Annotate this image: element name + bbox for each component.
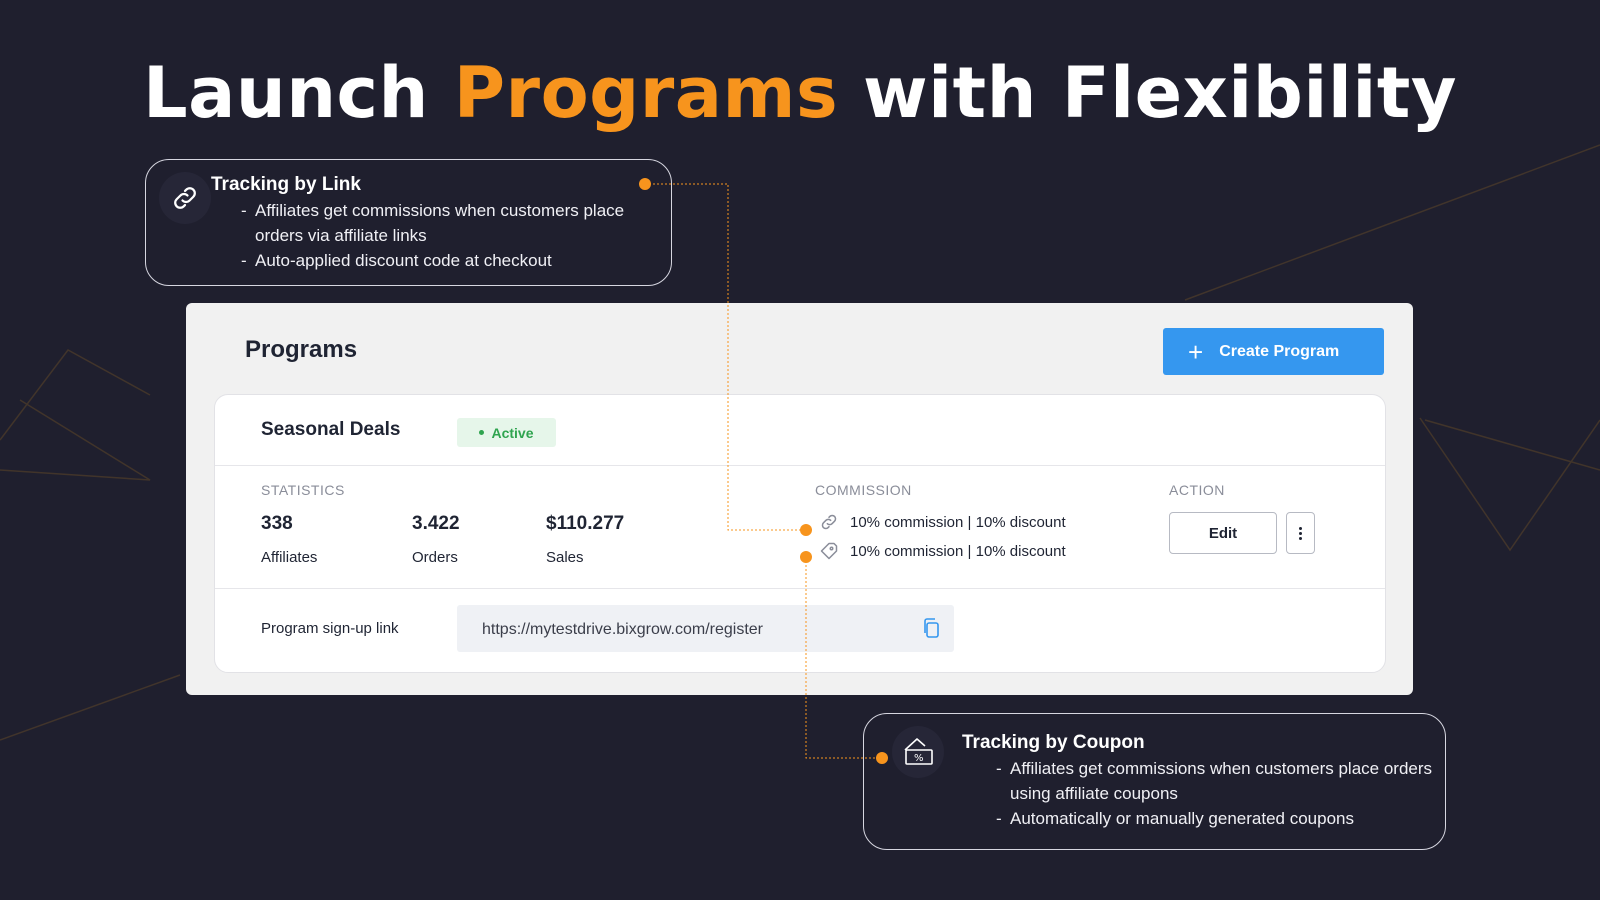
headline-part1: Launch — [143, 52, 454, 134]
headline-accent: Programs — [453, 52, 839, 134]
commission-row-coupon: 10% commission | 10% discount — [818, 540, 1066, 562]
statistics-label: STATISTICS — [261, 482, 345, 498]
callout-list-item: Auto-applied discount code at checkout — [241, 248, 661, 273]
more-dot-icon — [1299, 531, 1302, 535]
commission-text: 10% commission | 10% discount — [850, 542, 1066, 560]
edit-button[interactable]: Edit — [1169, 512, 1277, 554]
stat-orders-label: Orders — [412, 549, 458, 566]
commission-row-link: 10% commission | 10% discount — [818, 511, 1066, 533]
stat-affiliates-value: 338 — [261, 513, 293, 534]
status-badge: Active — [457, 418, 556, 447]
tracking-by-coupon-callout: % Tracking by Coupon Affiliates get comm… — [863, 713, 1446, 850]
status-dot-icon — [479, 430, 485, 435]
callout-list-item: Affiliates get commissions when customer… — [996, 756, 1436, 806]
plus-icon: + — [1188, 336, 1204, 367]
copy-icon[interactable] — [921, 617, 941, 639]
callout-list: Affiliates get commissions when customer… — [996, 756, 1436, 831]
commission-label: COMMISSION — [815, 482, 912, 498]
programs-card: Programs + Create Program Seasonal Deals… — [186, 303, 1413, 695]
status-label: Active — [491, 424, 534, 441]
create-program-label: Create Program — [1219, 342, 1340, 360]
program-card: Seasonal Deals Active STATISTICS 338 Aff… — [214, 394, 1386, 673]
signup-link-input[interactable] — [457, 605, 924, 654]
more-dot-icon — [1299, 526, 1302, 530]
page-headline: Launch Programs with Flexibility — [0, 52, 1600, 134]
callout-title: Tracking by Link — [211, 174, 361, 195]
callout-title: Tracking by Coupon — [962, 732, 1145, 753]
callout-list: Affiliates get commissions when customer… — [241, 198, 661, 273]
coupon-icon — [818, 540, 840, 562]
page-title: Programs — [245, 336, 358, 363]
stat-sales-value: $110.277 — [546, 513, 625, 534]
signup-link-field — [457, 605, 954, 654]
create-program-button[interactable]: + Create Program — [1163, 328, 1384, 375]
headline-part2: with Flexibility — [838, 52, 1457, 134]
coupon-icon: % — [892, 726, 944, 778]
link-icon — [818, 511, 840, 533]
callout-list-item: Automatically or manually generated coup… — [996, 806, 1436, 831]
link-icon — [159, 172, 211, 224]
signup-link-label: Program sign-up link — [261, 620, 399, 637]
svg-text:%: % — [914, 753, 924, 764]
action-label: ACTION — [1169, 482, 1225, 498]
program-header: Seasonal Deals Active — [215, 395, 1385, 466]
stat-affiliates-label: Affiliates — [261, 549, 318, 566]
more-options-button[interactable] — [1286, 512, 1315, 554]
program-footer: Program sign-up link — [215, 588, 1385, 675]
callout-list-item: Affiliates get commissions when customer… — [241, 198, 661, 248]
stat-sales-label: Sales — [546, 549, 584, 566]
more-dot-icon — [1299, 536, 1302, 540]
program-name: Seasonal Deals — [261, 419, 401, 440]
tracking-by-link-callout: Tracking by Link Affiliates get commissi… — [145, 159, 672, 286]
commission-text: 10% commission | 10% discount — [850, 513, 1066, 531]
stat-orders-value: 3.422 — [412, 513, 460, 534]
